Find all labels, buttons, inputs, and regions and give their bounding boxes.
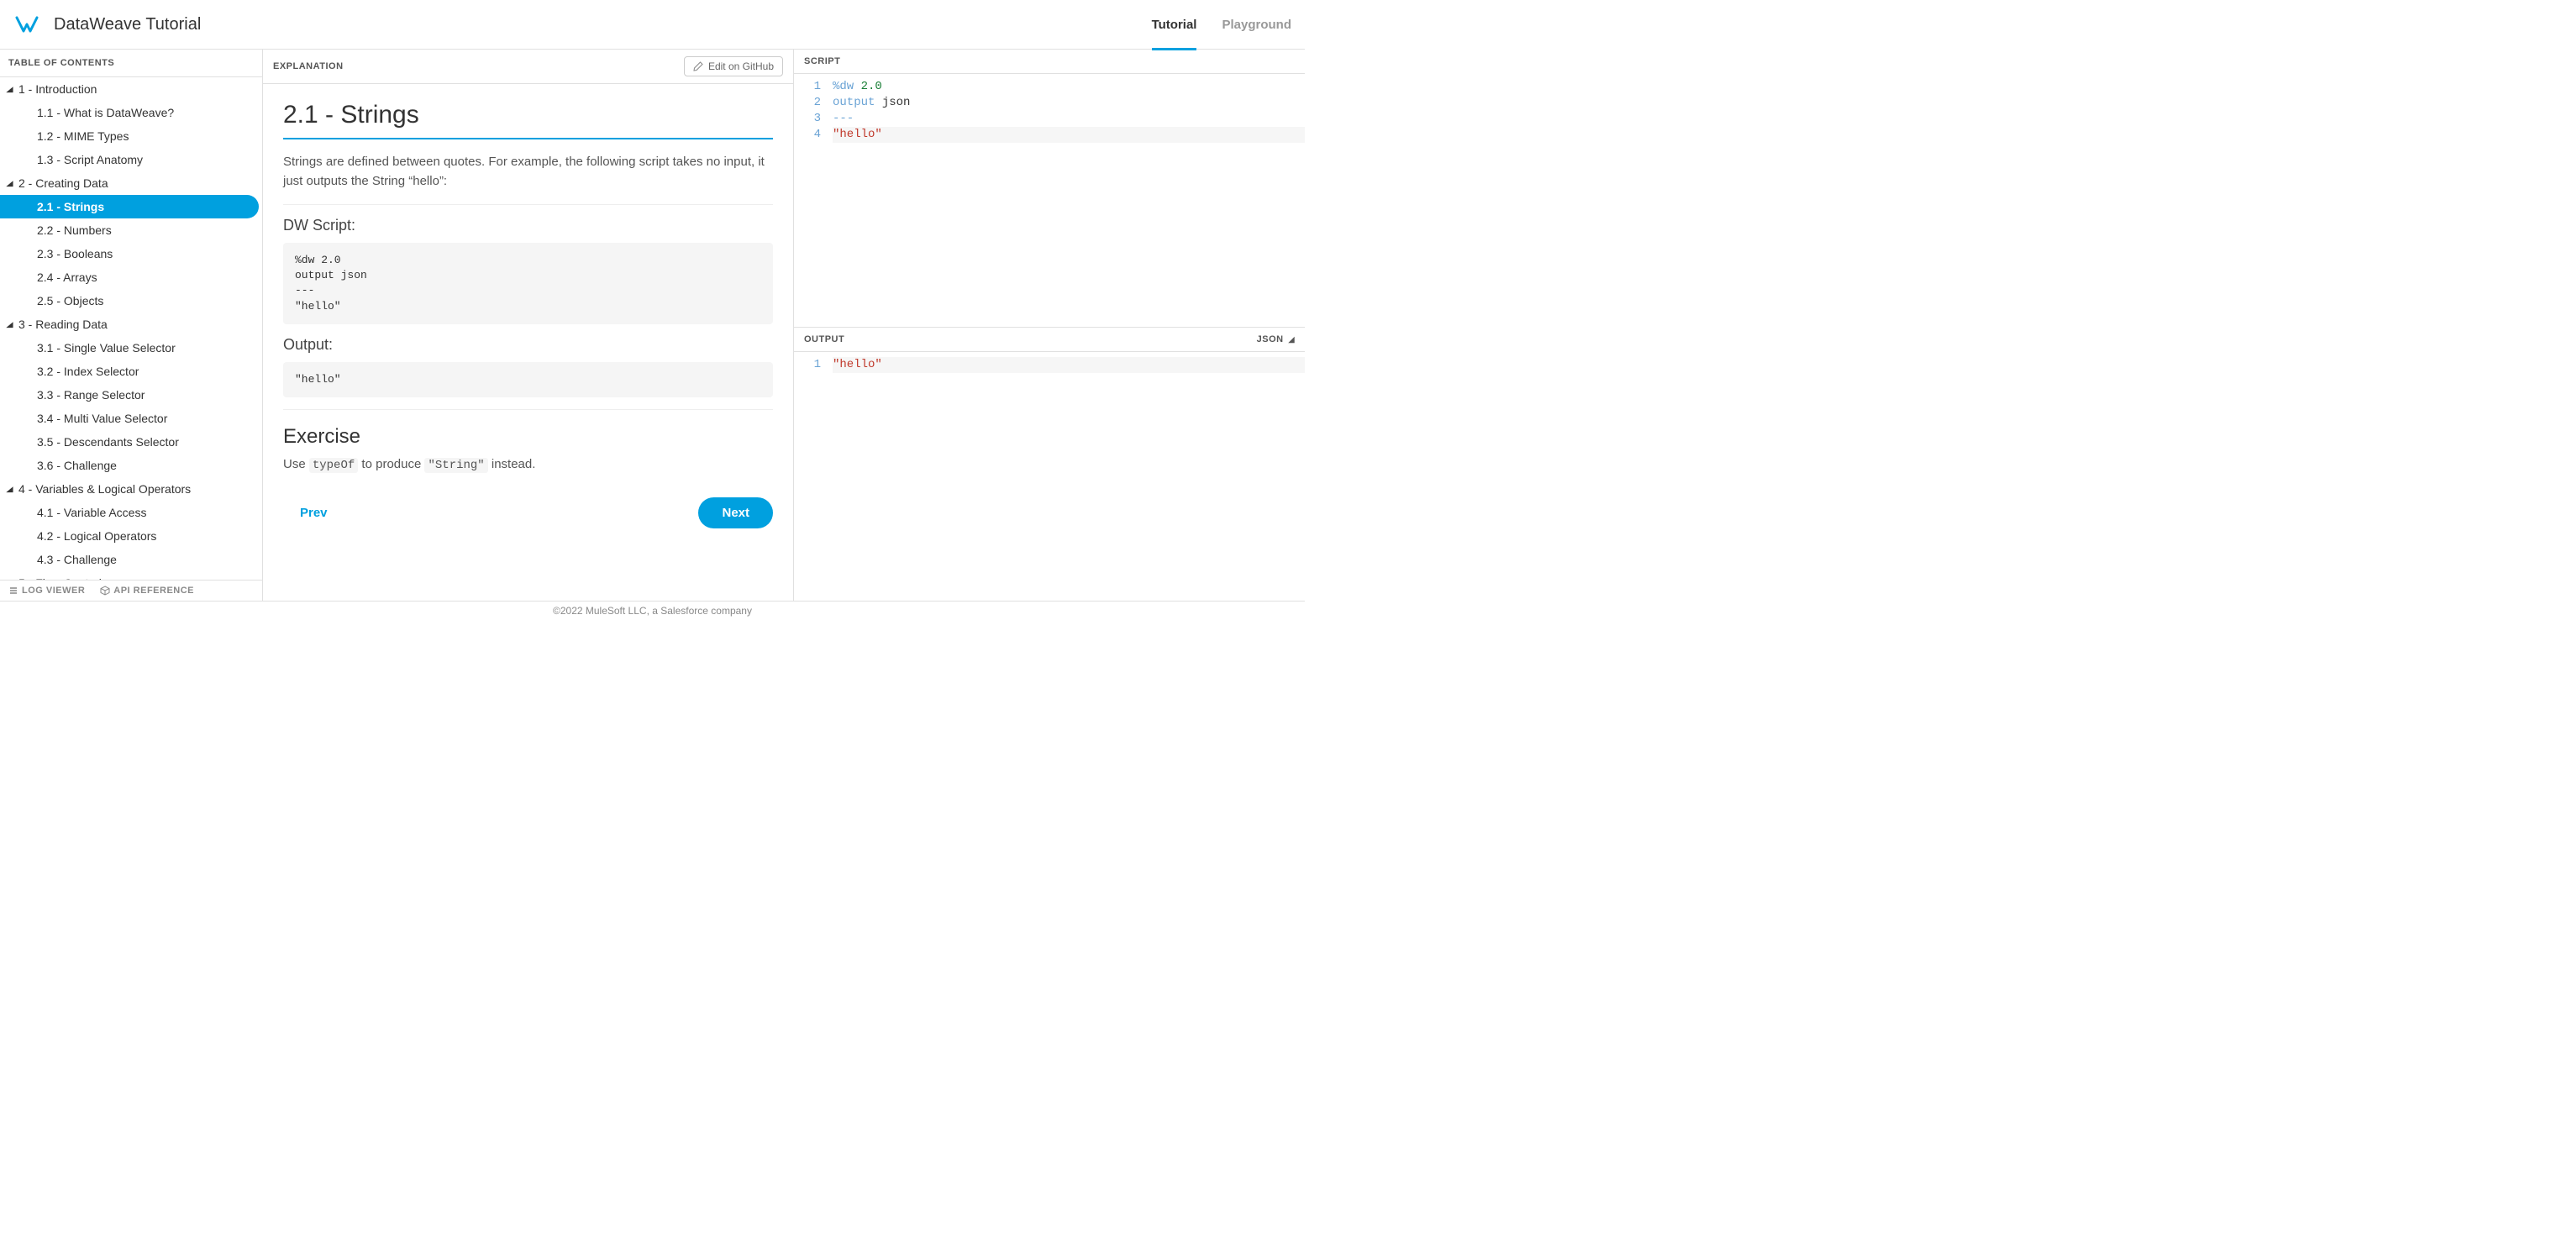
caret-down-icon: ◢ <box>6 320 13 329</box>
toc-section-label: 4 - Variables & Logical Operators <box>18 482 191 496</box>
explanation-panel: EXPLANATION Edit on GitHub 2.1 - Strings… <box>263 50 794 601</box>
caret-down-icon: ◢ <box>6 485 13 494</box>
toc-section-label: 5 - Flow Control <box>18 576 102 580</box>
toc-item[interactable]: 1.3 - Script Anatomy <box>0 148 262 171</box>
toc-item[interactable]: 4.1 - Variable Access <box>0 501 262 524</box>
toc-header: TABLE OF CONTENTS <box>0 50 262 77</box>
next-button[interactable]: Next <box>698 497 773 528</box>
toc-item[interactable]: 3.2 - Index Selector <box>0 360 262 383</box>
toc-item[interactable]: 2.4 - Arrays <box>0 265 262 289</box>
intro-text: Strings are defined between quotes. For … <box>283 153 773 191</box>
output-lang-selector[interactable]: JSON ◢ <box>1257 334 1295 344</box>
table-of-contents: TABLE OF CONTENTS ◢ 1 - Introduction 1.1 -… <box>0 50 263 601</box>
toc-section-label: 3 - Reading Data <box>18 318 108 331</box>
toc-item[interactable]: 1.2 - MIME Types <box>0 124 262 148</box>
exercise-text: Use typeOf to produce "String" instead. <box>283 457 773 472</box>
toc-item[interactable]: 2.2 - Numbers <box>0 218 262 242</box>
toc-item[interactable]: 2.3 - Booleans <box>0 242 262 265</box>
footer-text: ©2022 MuleSoft LLC, a Salesforce company <box>0 601 1305 620</box>
right-column: SCRIPT 1234 %dw 2.0output json---"hello"… <box>794 50 1305 601</box>
caret-icon: ◢ <box>1289 335 1295 344</box>
toc-section[interactable]: ◢ 3 - Reading Data <box>0 313 262 336</box>
caret-down-icon: ◢ <box>6 579 13 581</box>
toc-section-label: 2 - Creating Data <box>18 176 108 190</box>
api-reference-link[interactable]: API REFERENCE <box>100 586 194 596</box>
prev-button[interactable]: Prev <box>283 497 344 528</box>
nav-tutorial[interactable]: Tutorial <box>1152 2 1197 50</box>
explanation-header: EXPLANATION <box>273 61 344 71</box>
caret-down-icon: ◢ <box>6 179 13 188</box>
page-title: 2.1 - Strings <box>283 101 773 139</box>
script-editor[interactable]: 1234 %dw 2.0output json---"hello" <box>794 74 1305 327</box>
edit-on-github-button[interactable]: Edit on GitHub <box>684 56 783 76</box>
app-header: DataWeave Tutorial Tutorial Playground <box>0 0 1305 50</box>
toc-item[interactable]: 3.6 - Challenge <box>0 454 262 477</box>
toc-item[interactable]: 3.5 - Descendants Selector <box>0 430 262 454</box>
toc-section-label: 1 - Introduction <box>18 82 97 96</box>
toc-item[interactable]: 2.1 - Strings <box>0 195 259 218</box>
toc-item[interactable]: 3.1 - Single Value Selector <box>0 336 262 360</box>
toc-item[interactable]: 3.3 - Range Selector <box>0 383 262 407</box>
toc-section[interactable]: ◢ 1 - Introduction <box>0 77 262 101</box>
script-header: SCRIPT <box>794 50 1305 74</box>
dw-script-code: %dw 2.0 output json --- "hello" <box>283 243 773 324</box>
toc-item[interactable]: 4.2 - Logical Operators <box>0 524 262 548</box>
cube-icon <box>100 586 110 596</box>
app-title: DataWeave Tutorial <box>54 15 201 34</box>
toc-section[interactable]: ◢ 2 - Creating Data <box>0 171 262 195</box>
toc-item[interactable]: 4.3 - Challenge <box>0 548 262 571</box>
list-icon <box>8 586 18 596</box>
pencil-icon <box>693 61 703 71</box>
nav-playground[interactable]: Playground <box>1222 0 1291 49</box>
logo-icon <box>13 11 40 38</box>
output-header: OUTPUT JSON ◢ <box>794 328 1305 352</box>
output-label: Output: <box>283 336 773 354</box>
log-viewer-link[interactable]: LOG VIEWER <box>8 586 85 596</box>
dw-script-label: DW Script: <box>283 217 773 234</box>
toc-section[interactable]: ◢ 4 - Variables & Logical Operators <box>0 477 262 501</box>
toc-item[interactable]: 3.4 - Multi Value Selector <box>0 407 262 430</box>
toc-section[interactable]: ◢ 5 - Flow Control <box>0 571 262 580</box>
caret-down-icon: ◢ <box>6 85 13 94</box>
output-editor: 1 "hello" <box>794 352 1305 601</box>
toc-item[interactable]: 2.5 - Objects <box>0 289 262 313</box>
exercise-title: Exercise <box>283 425 773 449</box>
output-code: "hello" <box>283 362 773 397</box>
toc-item[interactable]: 1.1 - What is DataWeave? <box>0 101 262 124</box>
